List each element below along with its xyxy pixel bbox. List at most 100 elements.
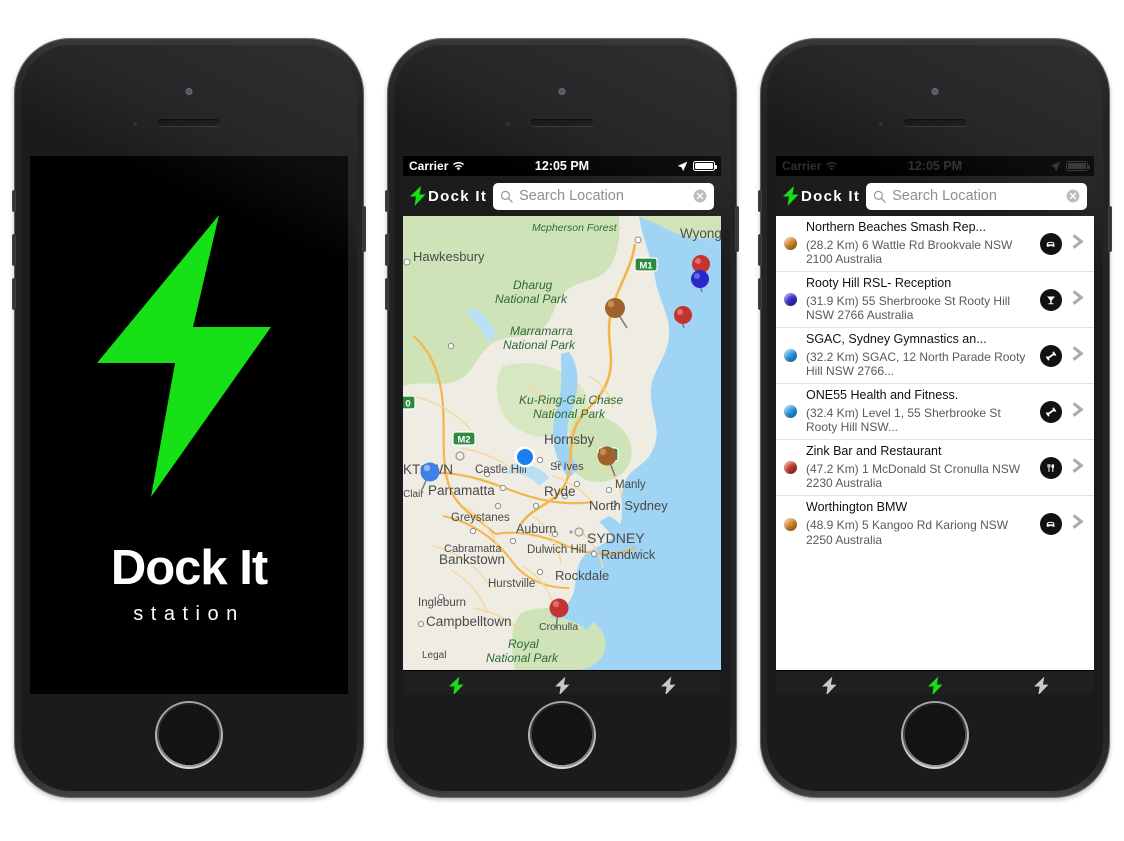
svg-text:Bankstown: Bankstown	[439, 552, 505, 567]
svg-text:Manly: Manly	[615, 479, 646, 491]
volume-up-button[interactable]	[385, 234, 389, 266]
list-item[interactable]: Worthington BMW (48.9 Km) 5 Kangoo Rd Ka…	[776, 496, 1094, 552]
svg-text:Ku-Ring-Gai Chase: Ku-Ring-Gai Chase	[519, 393, 623, 407]
location-arrow-icon	[1050, 161, 1061, 171]
lightning-bolt-icon	[660, 676, 676, 694]
status-bar: Carrier 12:05 PM	[776, 156, 1094, 176]
list-item[interactable]: ONE55 Health and Fitness. (32.4 Km) Leve…	[776, 384, 1094, 440]
tab-more[interactable]: More	[988, 676, 1094, 694]
svg-text:National Park: National Park	[503, 338, 576, 352]
chevron-right-icon[interactable]	[1068, 457, 1088, 479]
search-location-field[interactable]: Search Location	[493, 182, 714, 210]
tab-list[interactable]: List	[509, 676, 615, 694]
dumbbell-icon	[1040, 400, 1062, 423]
front-camera-icon	[558, 88, 566, 95]
status-dot	[784, 405, 797, 418]
chevron-right-icon[interactable]	[1068, 345, 1088, 367]
app-brand-label: Dock It	[428, 187, 488, 205]
power-button[interactable]	[362, 206, 366, 252]
list-item-address: (32.4 Km) Level 1, 55 Sherbrooke St Root…	[806, 405, 1001, 435]
chevron-right-icon[interactable]	[1068, 289, 1088, 311]
svg-text:Campbelltown: Campbelltown	[426, 614, 512, 629]
status-bar: Carrier 12:05 PM	[403, 156, 721, 176]
lightning-bolt-icon	[783, 186, 799, 206]
search-input[interactable]: Search Location	[519, 188, 687, 204]
chevron-right-icon[interactable]	[1068, 513, 1088, 535]
svg-text:Greystanes: Greystanes	[451, 512, 510, 524]
lightning-bolt-icon	[1033, 676, 1049, 694]
phone-device-splash: Dock It station	[12, 38, 366, 798]
ring-switch[interactable]	[12, 190, 16, 212]
volume-down-button[interactable]	[385, 278, 389, 310]
list-item-text: Northern Beaches Smash Rep... (28.2 Km) …	[803, 220, 1034, 267]
chevron-right-icon[interactable]	[1068, 401, 1088, 423]
list-item[interactable]: Zink Bar and Restaurant (47.2 Km) 1 McDo…	[776, 440, 1094, 496]
brand-subtitle: station	[133, 603, 245, 625]
search-location-field[interactable]: Search Location	[866, 182, 1087, 210]
status-bar-time: 12:05 PM	[907, 159, 963, 173]
front-camera-icon	[931, 88, 939, 95]
list-item-text: Rooty Hill RSL- Reception (31.9 Km) 55 S…	[803, 276, 1034, 323]
list-item-text: SGAC, Sydney Gymnastics an... (32.2 Km) …	[803, 332, 1034, 379]
phone-device-map: Carrier 12:05 PM Dock It Search Location…	[385, 38, 739, 798]
chevron-right-icon[interactable]	[1068, 233, 1088, 255]
volume-up-button[interactable]	[12, 234, 16, 266]
battery-full-icon	[693, 161, 717, 171]
screenshot-stage: Dock It station Carrier 12:05 PM Dock It…	[0, 0, 1124, 841]
tab-bar-map: Near Me List More	[403, 670, 721, 694]
svg-text:Randwick: Randwick	[601, 548, 656, 562]
power-button[interactable]	[1108, 206, 1112, 252]
front-camera-icon	[185, 88, 193, 95]
home-button[interactable]	[530, 703, 594, 767]
list-item-title: SGAC, Sydney Gymnastics an...	[806, 331, 987, 346]
status-dot	[784, 237, 797, 250]
svg-text:Parramatta: Parramatta	[428, 483, 495, 498]
list-item-title: ONE55 Health and Fitness.	[806, 387, 959, 402]
map-canvas[interactable]: .pl{font-family:"Liberation Sans",sans-s…	[403, 216, 721, 670]
proximity-sensor-icon	[879, 122, 883, 126]
volume-down-button[interactable]	[758, 278, 762, 310]
list-item[interactable]: Rooty Hill RSL- Reception (31.9 Km) 55 S…	[776, 272, 1094, 328]
clear-circle-icon[interactable]	[693, 189, 707, 203]
tab-list[interactable]: List	[882, 676, 988, 694]
splash-screen: Dock It station	[30, 156, 348, 694]
magnifier-icon	[873, 190, 886, 203]
tab-near-me[interactable]: Near Me	[403, 676, 509, 694]
svg-text:Dulwich Hill: Dulwich Hill	[527, 544, 586, 556]
phone-front-panel: Dock It station	[21, 45, 357, 791]
tab-near-me[interactable]: Near Me	[776, 676, 882, 694]
screen-list: Carrier 12:05 PM Dock It Search Location…	[776, 156, 1094, 694]
list-item[interactable]: SGAC, Sydney Gymnastics an... (32.2 Km) …	[776, 328, 1094, 384]
list-item-text: Zink Bar and Restaurant (47.2 Km) 1 McDo…	[803, 444, 1034, 491]
list-item-title: Northern Beaches Smash Rep...	[806, 219, 986, 234]
list-item[interactable]: Northern Beaches Smash Rep... (28.2 Km) …	[776, 216, 1094, 272]
svg-text:Rockdale: Rockdale	[555, 568, 609, 583]
svg-text:Hurstville: Hurstville	[488, 578, 535, 590]
lightning-bolt-icon	[821, 676, 837, 694]
list-item-title: Rooty Hill RSL- Reception	[806, 275, 952, 290]
volume-up-button[interactable]	[758, 234, 762, 266]
status-dot	[784, 461, 797, 474]
home-button[interactable]	[157, 703, 221, 767]
location-list[interactable]: Northern Beaches Smash Rep... (28.2 Km) …	[776, 216, 1094, 670]
tab-more[interactable]: More	[615, 676, 721, 694]
svg-text:Hornsby: Hornsby	[544, 432, 595, 447]
list-item-text: ONE55 Health and Fitness. (32.4 Km) Leve…	[803, 388, 1034, 435]
svg-text:M1: M1	[639, 261, 653, 272]
app-brand-label: Dock It	[801, 187, 861, 205]
app-navigation-bar: Dock It Search Location	[403, 176, 721, 216]
power-button[interactable]	[735, 206, 739, 252]
home-button[interactable]	[903, 703, 967, 767]
ring-switch[interactable]	[385, 190, 389, 212]
svg-text:Wyong: Wyong	[680, 226, 721, 241]
list-item-address: (47.2 Km) 1 McDonald St Cronulla NSW 223…	[806, 461, 1021, 491]
app-navigation-bar: Dock It Search Location	[776, 176, 1094, 216]
location-arrow-icon	[677, 161, 688, 171]
search-input[interactable]: Search Location	[892, 188, 1060, 204]
map-view[interactable]: .pl{font-family:"Liberation Sans",sans-s…	[403, 216, 721, 670]
clear-circle-icon[interactable]	[1066, 189, 1080, 203]
ring-switch[interactable]	[758, 190, 762, 212]
volume-down-button[interactable]	[12, 278, 16, 310]
svg-text:St Ives: St Ives	[550, 461, 584, 473]
status-dot	[784, 349, 797, 362]
